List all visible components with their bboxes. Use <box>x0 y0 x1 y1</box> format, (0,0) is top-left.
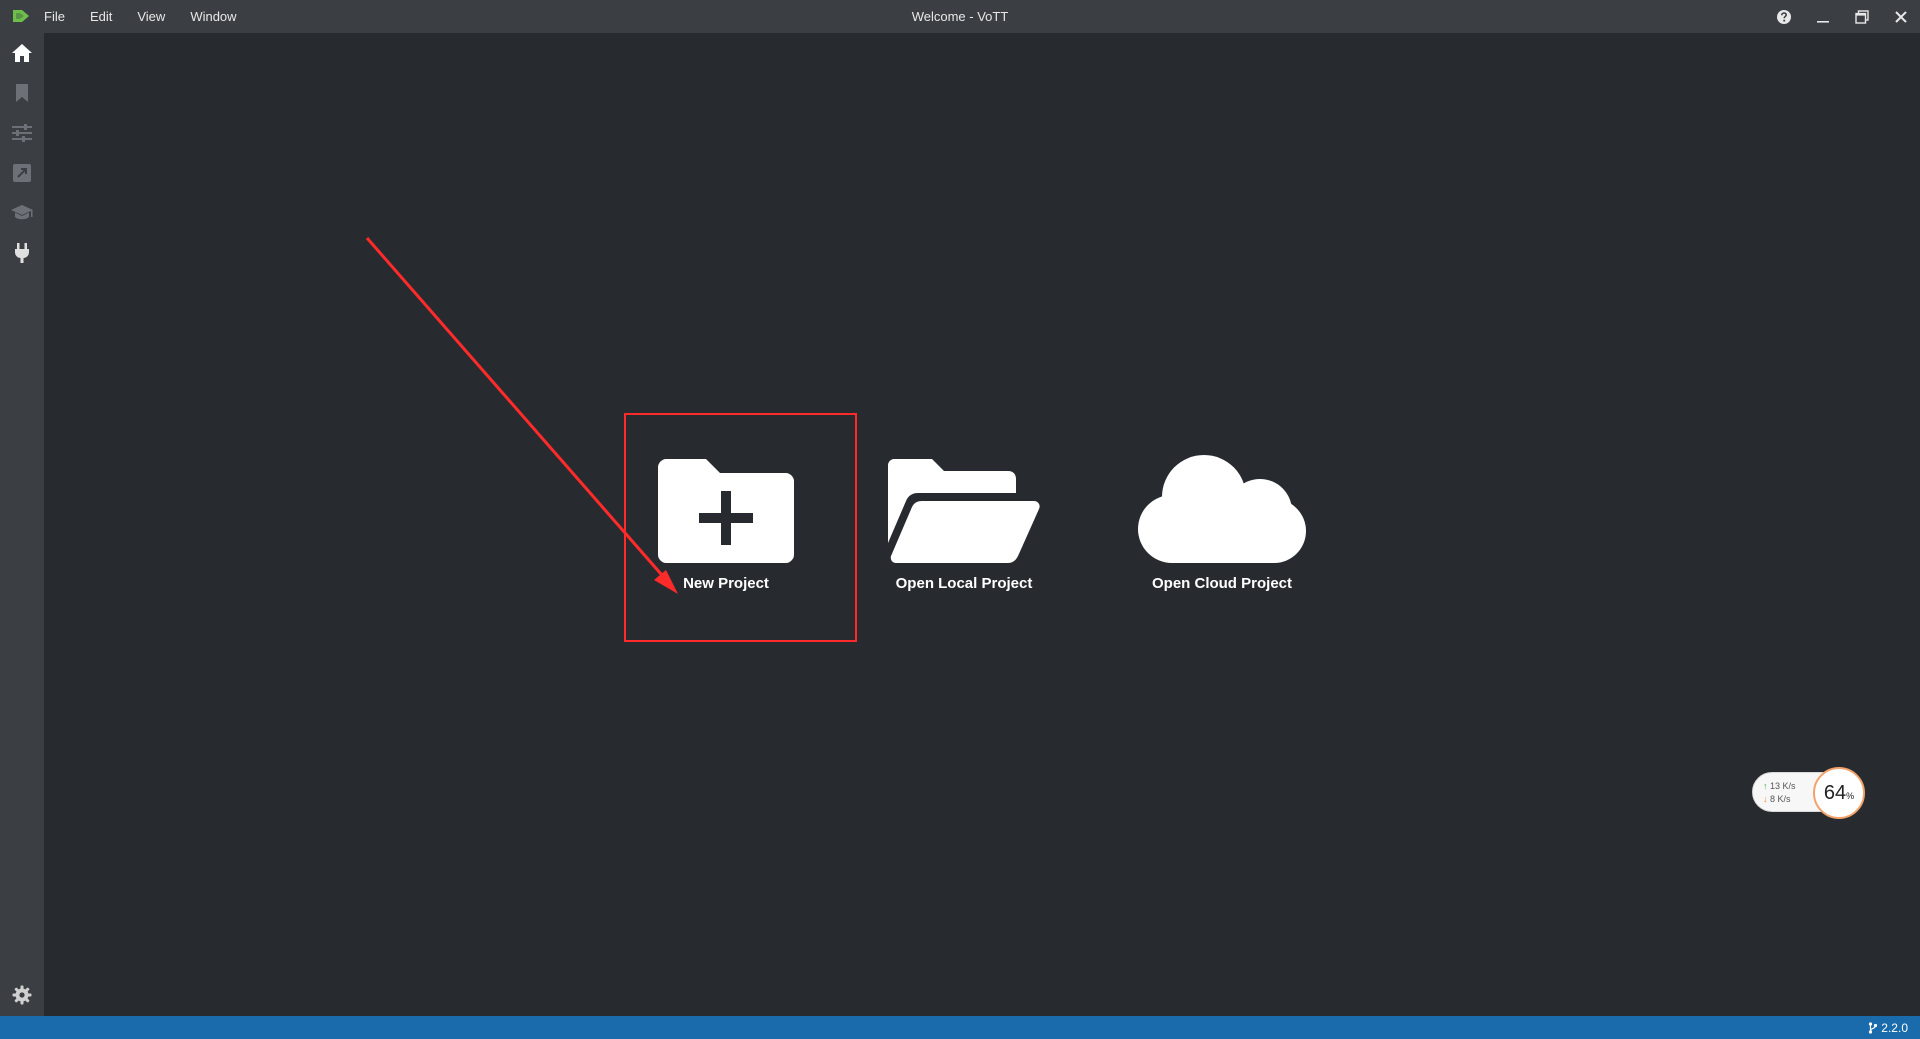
open-cloud-project-label: Open Cloud Project <box>1151 575 1292 592</box>
sidebar-item-home[interactable] <box>0 33 44 73</box>
open-local-project-button[interactable]: Open Local Project <box>888 459 1040 592</box>
menu-edit[interactable]: Edit <box>90 9 112 24</box>
restore-button[interactable] <box>1842 0 1881 33</box>
usage-percent-unit: % <box>1846 791 1855 801</box>
version-label: 2.2.0 <box>1881 1020 1908 1035</box>
usage-gauge: 64% <box>1813 767 1865 819</box>
minimize-icon <box>1816 20 1829 23</box>
sidebar-item-connections[interactable] <box>0 233 44 273</box>
status-bar: 2.2.0 <box>0 1016 1920 1039</box>
annotation-highlight-box <box>624 413 857 642</box>
version-info: 2.2.0 <box>1868 1016 1908 1039</box>
vott-logo-icon <box>13 10 29 22</box>
menu-view[interactable]: View <box>137 9 165 24</box>
network-speed-widget[interactable]: 13 K/s 8 K/s 64% <box>1752 767 1865 819</box>
bookmark-icon <box>16 84 28 102</box>
graduation-cap-icon <box>11 205 33 220</box>
git-branch-icon <box>1869 1021 1878 1034</box>
window-title: Welcome - VoTT <box>911 9 1009 24</box>
sliders-icon <box>12 124 32 142</box>
folder-open-icon <box>888 459 1040 563</box>
minimize-button[interactable] <box>1803 0 1842 33</box>
menu-file[interactable]: File <box>44 9 65 24</box>
main-content: New Project Open Local Project Open Clou… <box>44 33 1920 1016</box>
sidebar-item-bookmark[interactable] <box>0 73 44 113</box>
restore-icon <box>1854 9 1869 24</box>
sidebar-item-active-learning[interactable] <box>0 193 44 233</box>
close-button[interactable] <box>1881 0 1920 33</box>
menu-window[interactable]: Window <box>190 9 236 24</box>
home-icon <box>12 44 32 62</box>
sidebar-item-export[interactable] <box>0 153 44 193</box>
help-icon <box>1776 9 1791 24</box>
download-rate: 8 K/s <box>1763 793 1796 806</box>
menu-bar: File Edit View Window <box>44 0 262 33</box>
close-icon <box>1894 10 1907 23</box>
cloud-icon <box>1138 455 1306 563</box>
help-button[interactable] <box>1764 0 1803 33</box>
network-rates: 13 K/s 8 K/s <box>1763 780 1796 806</box>
open-cloud-project-button[interactable]: Open Cloud Project <box>1134 453 1310 592</box>
export-icon <box>13 164 31 182</box>
sidebar-item-app-settings[interactable] <box>0 975 44 1015</box>
usage-percent: 64 <box>1823 781 1847 804</box>
sidebar-item-settings[interactable] <box>0 113 44 153</box>
open-local-project-label: Open Local Project <box>895 575 1033 592</box>
window-controls <box>1764 0 1920 33</box>
plug-icon <box>15 243 29 263</box>
upload-rate: 13 K/s <box>1763 780 1796 793</box>
title-bar: File Edit View Window Welcome - VoTT <box>0 0 1920 33</box>
sidebar <box>0 33 44 1016</box>
gear-icon <box>12 985 32 1005</box>
